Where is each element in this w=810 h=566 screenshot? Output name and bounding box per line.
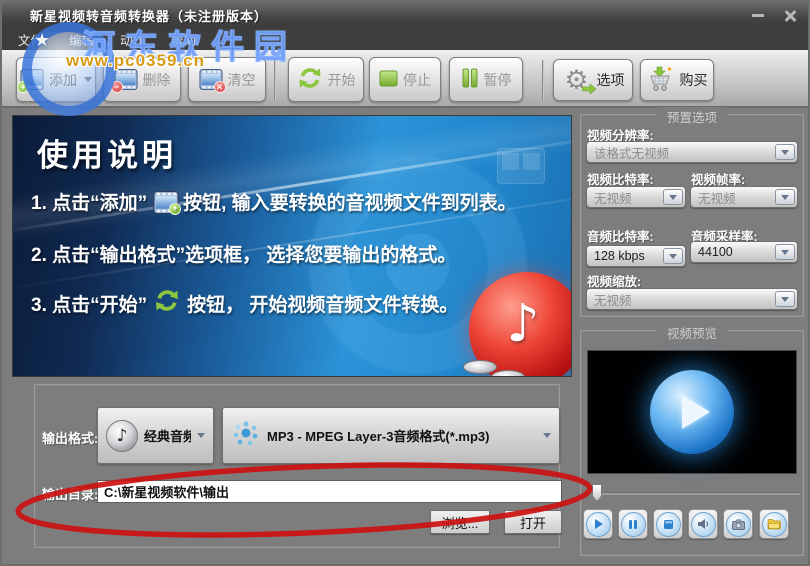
options-button-label: 选项 bbox=[597, 70, 625, 90]
output-format-label: 输出格式: bbox=[42, 428, 98, 447]
dropdown-arrow-icon bbox=[775, 244, 795, 260]
mini-cd-icon bbox=[463, 360, 497, 374]
stop-button[interactable]: 停止 bbox=[369, 57, 441, 102]
refresh-arrows-icon bbox=[297, 66, 323, 93]
preview-title: 视频预览 bbox=[657, 323, 727, 342]
minimize-button[interactable] bbox=[750, 8, 766, 22]
clear-button-label: 清空 bbox=[228, 70, 256, 90]
player-logo bbox=[650, 370, 734, 454]
audio-bitrate-label: 音频比特率: bbox=[587, 226, 654, 245]
refresh-arrows-icon bbox=[153, 288, 181, 319]
mini-cd-icon bbox=[491, 370, 525, 377]
film-remove-icon: − bbox=[114, 69, 138, 90]
speaker-icon bbox=[691, 512, 716, 537]
video-bitrate-dropdown[interactable]: 无视频 bbox=[586, 186, 686, 208]
preview-stop-button[interactable] bbox=[653, 509, 683, 539]
presets-title: 预置选项 bbox=[657, 107, 727, 126]
preview-play-button[interactable] bbox=[583, 509, 613, 539]
dropdown-arrow-icon bbox=[775, 189, 795, 205]
audio-samplerate-dropdown[interactable]: 44100 bbox=[690, 241, 798, 263]
output-dir-label: 输出目录: bbox=[42, 484, 98, 503]
video-resolution-dropdown[interactable]: 该格式无视频 bbox=[586, 141, 798, 163]
format-category-dropdown[interactable]: ♪ 经典音频 bbox=[97, 407, 214, 464]
instruction-step-3: 3. 点击“开始” 按钮， 开始视频音频文件转换。 bbox=[31, 288, 458, 318]
shopping-cart-icon bbox=[647, 66, 675, 95]
camera-icon bbox=[726, 512, 751, 537]
minimize-icon bbox=[752, 14, 764, 17]
folder-icon bbox=[762, 512, 787, 537]
video-preview-screen bbox=[587, 350, 797, 474]
close-icon bbox=[784, 9, 797, 22]
preview-volume-button[interactable] bbox=[688, 509, 718, 539]
pause-icon bbox=[621, 512, 646, 537]
music-note-icon: ♪ bbox=[506, 294, 539, 354]
dropdown-arrow-icon bbox=[775, 291, 795, 307]
dropdown-arrow-icon bbox=[197, 433, 205, 438]
buy-button[interactable]: 购买 bbox=[640, 59, 714, 101]
instruction-panel: 使用说明 1. 点击“添加” + 按钮, 输入要转换的音视频文件到列表。 2. … bbox=[12, 115, 572, 377]
green-arrow-icon bbox=[582, 81, 596, 97]
close-button[interactable] bbox=[782, 8, 798, 22]
app-window: 新星视频转音频转换器（未注册版本） 文件 编辑 动作 帮助 + 添加 − 删除 bbox=[0, 0, 810, 566]
toolbar-separator bbox=[542, 60, 544, 100]
client-area: 使用说明 1. 点击“添加” + 按钮, 输入要转换的音视频文件到列表。 2. … bbox=[2, 108, 808, 566]
play-icon bbox=[682, 395, 710, 429]
gear-icon: ⚙ bbox=[562, 65, 592, 95]
stop-square-icon bbox=[379, 70, 398, 90]
molecule-icon bbox=[231, 418, 261, 453]
dropdown-arrow-icon bbox=[775, 144, 795, 160]
seek-slider-track[interactable] bbox=[594, 492, 800, 495]
open-button[interactable]: 打开 bbox=[504, 510, 562, 534]
start-button-label: 开始 bbox=[328, 70, 356, 90]
stop-icon bbox=[656, 512, 681, 537]
video-framerate-dropdown[interactable]: 无视频 bbox=[690, 186, 798, 208]
start-button[interactable]: 开始 bbox=[288, 57, 364, 102]
play-icon bbox=[586, 512, 611, 537]
buy-button-label: 购买 bbox=[680, 70, 708, 90]
preview-pause-button[interactable] bbox=[618, 509, 648, 539]
pause-button[interactable]: 暂停 bbox=[449, 57, 523, 102]
options-button[interactable]: ⚙ 选项 bbox=[553, 59, 633, 101]
instruction-step-1: 1. 点击“添加” + 按钮, 输入要转换的音视频文件到列表。 bbox=[31, 186, 517, 216]
cross-badge-icon: ✕ bbox=[214, 81, 226, 93]
film-frame-decoration bbox=[497, 148, 545, 184]
window-controls bbox=[750, 8, 798, 22]
stop-button-label: 停止 bbox=[403, 70, 431, 90]
plus-badge-icon: + bbox=[169, 203, 181, 215]
star-icon: ★ bbox=[34, 30, 50, 51]
preview-snapshot-button[interactable] bbox=[723, 509, 753, 539]
format-dropdown[interactable]: MP3 - MPEG Layer-3音频格式(*.mp3) bbox=[222, 407, 560, 464]
film-add-icon: + bbox=[153, 191, 177, 212]
watermark-site-url: www.pc0359.cn bbox=[66, 51, 205, 71]
video-scale-dropdown[interactable]: 无视频 bbox=[586, 288, 798, 310]
instructions-title: 使用说明 bbox=[37, 130, 177, 175]
preview-folder-button[interactable] bbox=[759, 509, 789, 539]
audio-bitrate-dropdown[interactable]: 128 kbps bbox=[586, 245, 686, 267]
pause-button-label: 暂停 bbox=[484, 70, 512, 90]
instruction-step-2: 2. 点击“输出格式”选项框， 选择您要输出的格式。 bbox=[31, 238, 456, 268]
dropdown-arrow-icon bbox=[663, 189, 683, 205]
pause-bars-icon bbox=[461, 68, 479, 91]
output-dir-input[interactable] bbox=[97, 480, 562, 503]
browse-button[interactable]: 浏览... bbox=[430, 510, 490, 534]
dropdown-arrow-icon bbox=[543, 433, 551, 438]
audio-disc-icon: ♪ bbox=[106, 420, 138, 452]
film-clear-icon: ✕ bbox=[199, 69, 223, 90]
remove-button-label: 删除 bbox=[143, 70, 171, 90]
dropdown-arrow-icon bbox=[663, 248, 683, 264]
